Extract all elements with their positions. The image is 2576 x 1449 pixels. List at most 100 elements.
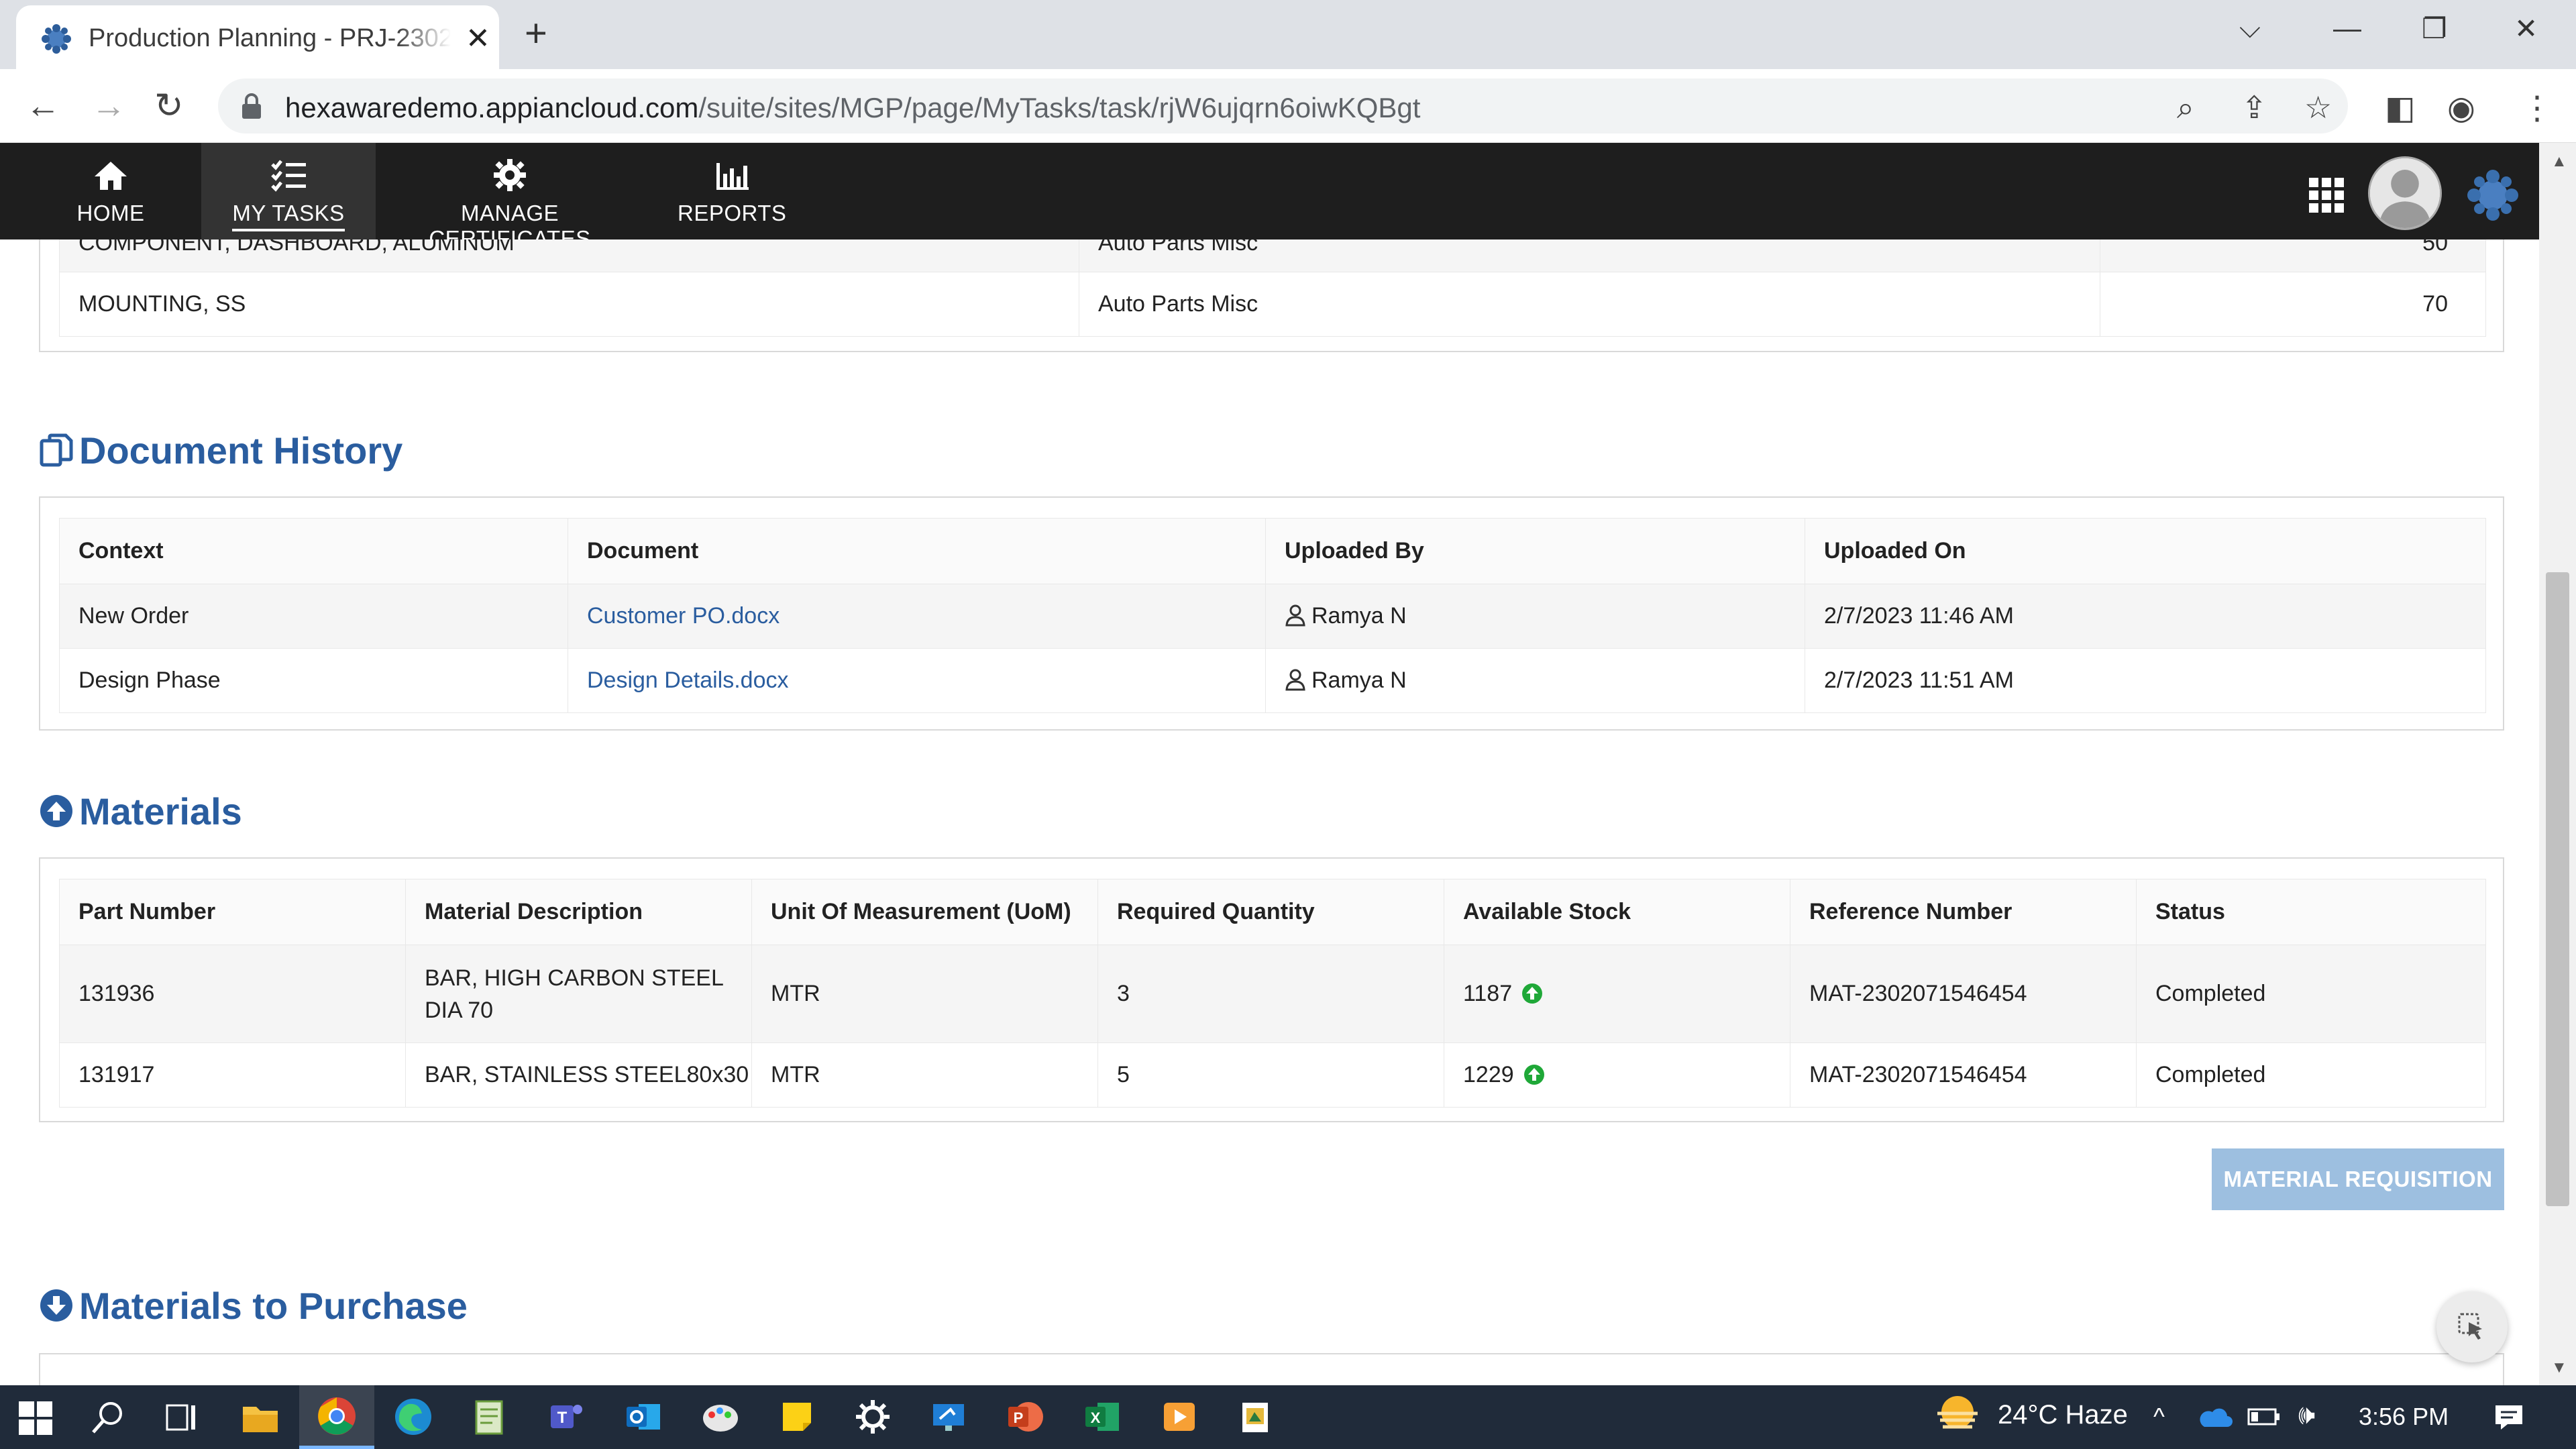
powerpoint-icon[interactable]: P [1004, 1396, 1046, 1438]
home-icon [95, 162, 127, 190]
arrow-up-circle-icon [40, 795, 72, 827]
url-path: /suite/sites/MGP/page/MyTasks/task/rjW6u… [698, 92, 1421, 123]
uom-cell: MTR [751, 945, 1098, 1043]
tasks-list-icon [271, 160, 306, 192]
side-panel-icon[interactable]: ◧ [2385, 89, 2415, 127]
document-history-heading: Document History [39, 429, 402, 472]
paint-icon[interactable] [700, 1396, 741, 1438]
minimize-icon[interactable]: — [2333, 12, 2361, 44]
notepad-icon[interactable] [468, 1396, 510, 1438]
materials-panel: Part Number Material Description Unit Of… [39, 857, 2504, 1122]
floating-action-button[interactable] [2436, 1291, 2508, 1362]
document-link[interactable]: Design Details.docx [587, 667, 788, 693]
part-qty-cell: 50 [2100, 239, 2486, 272]
windows-start-icon[interactable] [19, 1401, 52, 1435]
available-stock-cell: 1229 [1444, 1042, 1790, 1108]
appian-favicon-icon [42, 24, 71, 54]
scrollbar-thumb[interactable] [2546, 572, 2569, 1206]
uploaded-by-name: Ramya N [1311, 603, 1407, 629]
chrome-menu-icon[interactable]: ⋮ [2521, 89, 2553, 127]
materials-title: Materials [79, 790, 242, 833]
zoom-icon[interactable]: ⌕ [2177, 89, 2194, 127]
tab-search-chevron-icon[interactable]: ⌵ [2239, 12, 2261, 45]
status-cell: Completed [2136, 945, 2486, 1043]
settings-gear-icon[interactable] [852, 1396, 894, 1438]
part-number-cell: 131936 [59, 945, 406, 1043]
sticky-notes-icon[interactable] [776, 1396, 818, 1438]
url-host: hexawaredemo.appiancloud.com [285, 92, 699, 123]
address-bar[interactable]: hexawaredemo.appiancloud.com/suite/sites… [218, 78, 2348, 133]
notifications-icon[interactable] [2493, 1403, 2525, 1432]
scroll-down-icon[interactable]: ▼ [2551, 1358, 2567, 1377]
file-viewer-icon[interactable] [1234, 1396, 1276, 1438]
material-description-cell: BAR, STAINLESS STEEL80x30 [405, 1042, 752, 1108]
svg-text:T: T [557, 1409, 568, 1427]
col-header-status: Status [2136, 879, 2486, 945]
window-close-icon[interactable]: ✕ [2514, 12, 2538, 45]
uploaded-on-cell: 2/7/2023 11:46 AM [1805, 584, 2486, 649]
document-link[interactable]: Customer PO.docx [587, 603, 780, 629]
browser-tabstrip: Production Planning - PRJ-230207 ✕ + ⌵ —… [0, 0, 2576, 69]
browser-tab[interactable]: Production Planning - PRJ-230207 ✕ [16, 5, 499, 69]
document-history-table: Context Document Uploaded By Uploaded On… [59, 518, 2486, 713]
material-description-line: DIA 70 [425, 997, 494, 1023]
bookmark-star-icon[interactable]: ☆ [2304, 89, 2332, 125]
back-icon[interactable]: ← [25, 87, 60, 125]
search-icon[interactable] [91, 1400, 125, 1435]
profile-icon[interactable]: ◉ [2447, 89, 2475, 127]
arrow-down-circle-icon [40, 1289, 72, 1322]
onedrive-cloud-icon[interactable] [2196, 1405, 2233, 1430]
remote-desktop-icon[interactable] [928, 1396, 969, 1438]
edge-icon[interactable] [392, 1396, 434, 1438]
clock-time[interactable]: 3:56 PM [2359, 1403, 2449, 1431]
app-launcher-icon[interactable] [2309, 178, 2344, 213]
svg-text:P: P [1014, 1409, 1024, 1426]
outlook-icon[interactable] [623, 1396, 664, 1438]
weather-text[interactable]: 24°C Haze [1998, 1400, 2128, 1430]
teams-icon[interactable]: T [545, 1396, 587, 1438]
available-stock-value: 1187 [1463, 981, 1513, 1006]
table-row: COMPONENT, DASHBOARD, ALUMINUM Auto Part… [59, 239, 2486, 272]
chrome-taskbar-app[interactable] [299, 1385, 374, 1449]
restore-icon[interactable]: ❐ [2422, 12, 2447, 45]
table-header-row: Context Document Uploaded By Uploaded On [59, 518, 2486, 584]
material-requisition-button[interactable]: MATERIAL REQUISITION [2212, 1148, 2504, 1210]
uom-cell: MTR [751, 1042, 1098, 1108]
col-header-required-quantity: Required Quantity [1097, 879, 1444, 945]
uploaded-by-name: Ramya N [1311, 667, 1407, 693]
new-tab-icon[interactable]: + [525, 13, 547, 54]
table-row: Design Phase Design Details.docx Ramya N… [59, 648, 2486, 713]
volume-icon[interactable]: 🕪 [2298, 1400, 2315, 1430]
reload-icon[interactable]: ↻ [154, 87, 184, 125]
tab-close-icon[interactable]: ✕ [466, 21, 490, 56]
document-cell: Design Details.docx [568, 648, 1266, 713]
col-header-context: Context [59, 518, 568, 584]
page-scrollbar[interactable]: ▲ ▼ [2539, 143, 2576, 1385]
col-header-document: Document [568, 518, 1266, 584]
task-view-icon[interactable] [164, 1400, 199, 1435]
status-cell: Completed [2136, 1042, 2486, 1108]
user-avatar[interactable] [2368, 156, 2442, 230]
chrome-icon [318, 1397, 356, 1435]
materials-table: Part Number Material Description Unit Of… [59, 879, 2486, 1108]
nav-my-tasks[interactable]: MY TASKS [201, 143, 376, 239]
bar-chart-icon [716, 163, 749, 190]
show-hidden-icons-chevron-icon[interactable]: ^ [2153, 1403, 2165, 1431]
required-quantity-cell: 3 [1097, 945, 1444, 1043]
context-cell: New Order [59, 584, 568, 649]
col-header-uom: Unit Of Measurement (UoM) [751, 879, 1098, 945]
excel-icon[interactable]: X [1081, 1396, 1123, 1438]
table-row: 131917 BAR, STAINLESS STEEL80x30 MTR 5 1… [59, 1042, 2486, 1108]
part-category-cell: Auto Parts Misc [1079, 272, 2100, 337]
battery-icon[interactable] [2247, 1407, 2281, 1427]
user-silhouette-icon [2370, 158, 2440, 228]
file-explorer-icon[interactable] [241, 1400, 279, 1435]
forward-icon[interactable]: → [91, 87, 126, 125]
scroll-up-icon[interactable]: ▲ [2551, 152, 2567, 171]
document-history-title: Document History [79, 429, 403, 472]
nav-reports[interactable]: REPORTS [678, 143, 786, 239]
nav-manage-certificates[interactable]: MANAGE CERTIFICATES [389, 143, 631, 251]
nav-home[interactable]: HOME [59, 143, 162, 239]
share-icon[interactable]: ⇪ [2241, 89, 2267, 125]
media-player-icon[interactable] [1159, 1396, 1200, 1438]
